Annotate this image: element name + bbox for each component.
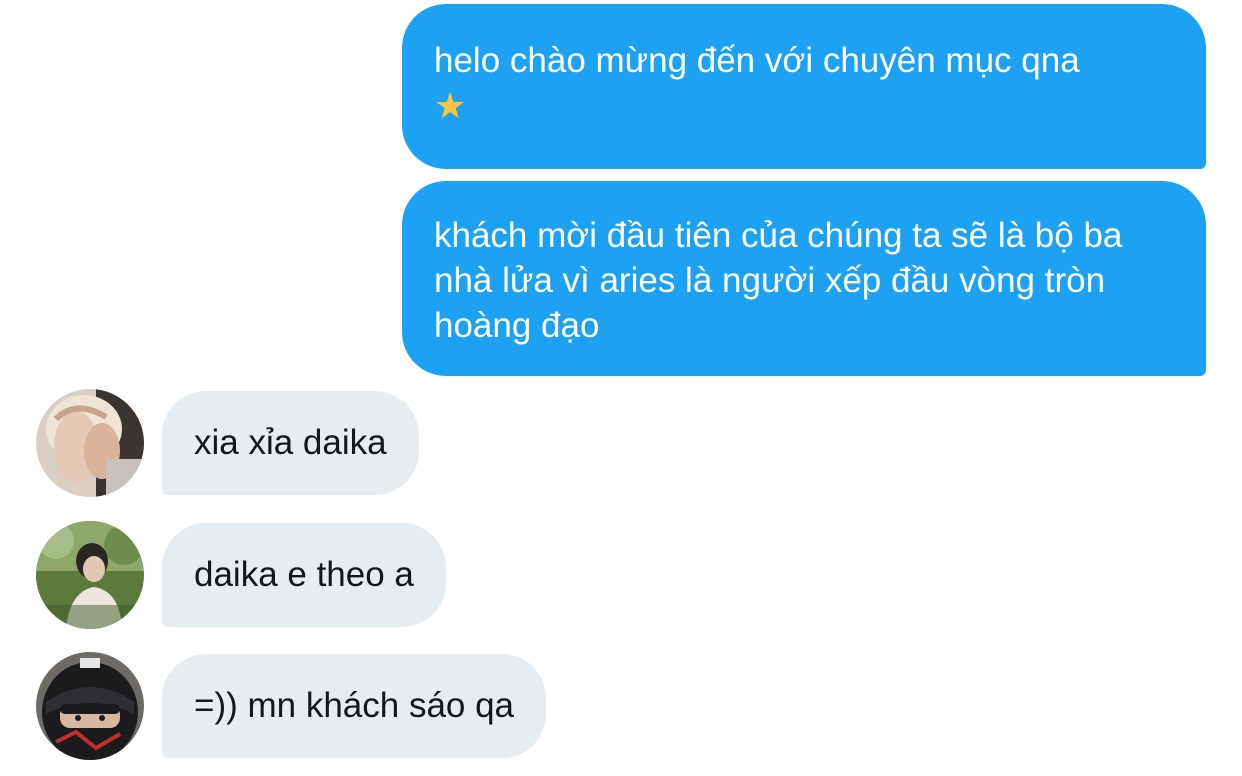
- sent-message[interactable]: helo chào mừng đến với chuyên mục qna ★: [402, 4, 1206, 169]
- received-message[interactable]: xia xỉa daika: [162, 391, 419, 495]
- avatar-photo-2-icon: [36, 521, 144, 629]
- received-message[interactable]: =)) mn khách sáo qa: [162, 654, 547, 758]
- message-text: helo chào mừng đến với chuyên mục qna: [434, 41, 1080, 80]
- received-message[interactable]: daika e theo a: [162, 523, 446, 627]
- avatar[interactable]: [36, 389, 144, 497]
- avatar[interactable]: [36, 652, 144, 760]
- avatar-photo-1-icon: [36, 389, 144, 497]
- avatar-photo-3-icon: [36, 652, 144, 760]
- star-emoji-icon: ★: [434, 85, 467, 126]
- chat-thread: helo chào mừng đến với chuyên mục qna ★ …: [0, 0, 1242, 776]
- message-text: khách mời đầu tiên của chúng ta sẽ là bộ…: [434, 216, 1123, 345]
- sent-message[interactable]: khách mời đầu tiên của chúng ta sẽ là bộ…: [402, 181, 1206, 376]
- avatar[interactable]: [36, 521, 144, 629]
